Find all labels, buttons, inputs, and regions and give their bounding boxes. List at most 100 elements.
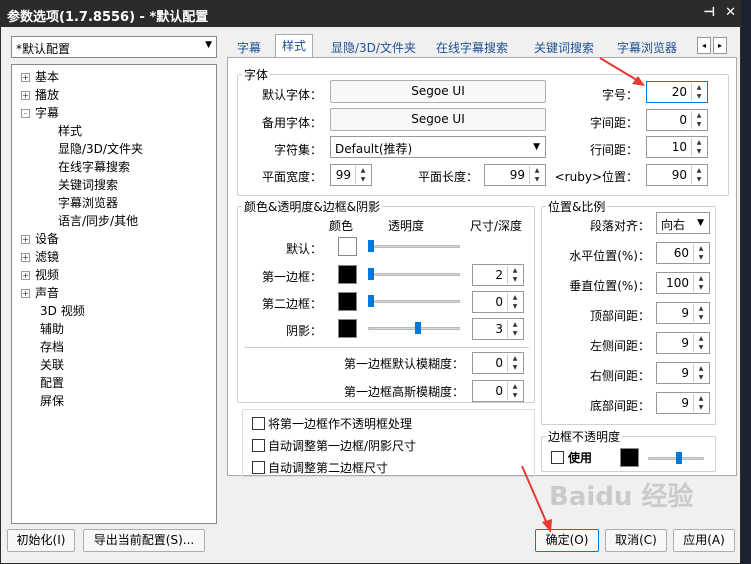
spin-down-icon[interactable]: ▼	[508, 391, 522, 400]
spin-down-icon[interactable]: ▼	[692, 92, 706, 101]
spin-up-icon[interactable]: ▲	[692, 83, 706, 92]
slider-thumb[interactable]	[368, 268, 374, 280]
spin-down-icon[interactable]: ▼	[508, 302, 522, 311]
tree-item[interactable]: - 字幕	[12, 104, 216, 122]
spin-up-icon[interactable]: ▲	[508, 293, 522, 302]
bottom-margin-stepper[interactable]: 9 ▲ ▼	[656, 392, 710, 414]
tab-subtitle-browser[interactable]: 字幕浏览器	[611, 37, 683, 57]
spin-up-icon[interactable]: ▲	[530, 166, 544, 175]
init-button[interactable]: 初始化(I)	[7, 529, 75, 552]
default-font-button[interactable]: Segoe UI	[330, 80, 546, 103]
spin-up-icon[interactable]: ▲	[694, 364, 708, 373]
spin-down-icon[interactable]: ▼	[694, 403, 708, 412]
opaque-box-checkbox[interactable]	[252, 417, 265, 430]
tab-scroll-right-button[interactable]: ▸	[713, 37, 727, 54]
left-margin-stepper[interactable]: 9 ▲ ▼	[656, 332, 710, 354]
ok-button[interactable]: 确定(O)	[535, 529, 599, 552]
collapse-icon[interactable]: -	[21, 109, 30, 118]
align-select[interactable]: 向右 ▼	[656, 212, 710, 234]
line-spacing-stepper[interactable]: 10 ▲ ▼	[646, 136, 708, 158]
color-swatch[interactable]	[338, 292, 357, 311]
blur1-stepper[interactable]: 0 ▲ ▼	[472, 352, 524, 374]
char-spacing-stepper[interactable]: 0 ▲ ▼	[646, 109, 708, 131]
spin-down-icon[interactable]: ▼	[694, 313, 708, 322]
expand-icon[interactable]: +	[21, 253, 30, 262]
color-swatch[interactable]	[338, 319, 357, 338]
spin-up-icon[interactable]: ▲	[694, 244, 708, 253]
font-size-stepper[interactable]: 20 ▲ ▼	[646, 81, 708, 103]
tree-item[interactable]: + 播放	[12, 86, 216, 104]
spin-up-icon[interactable]: ▲	[508, 266, 522, 275]
spin-up-icon[interactable]: ▲	[692, 138, 706, 147]
tab-style[interactable]: 样式	[275, 34, 314, 58]
spin-down-icon[interactable]: ▼	[508, 329, 522, 338]
opacity-slider[interactable]	[368, 292, 460, 312]
spin-down-icon[interactable]: ▼	[694, 373, 708, 382]
spin-down-icon[interactable]: ▼	[694, 343, 708, 352]
slider-thumb[interactable]	[368, 240, 374, 252]
export-config-button[interactable]: 导出当前配置(S)...	[83, 529, 205, 552]
tree-item[interactable]: 显隐/3D/文件夹	[12, 140, 216, 158]
color-swatch[interactable]	[338, 237, 357, 256]
flat-width-stepper[interactable]: 99 ▲ ▼	[330, 164, 372, 186]
close-icon[interactable]: ✕	[725, 5, 736, 20]
profile-select[interactable]: *默认配置 ▼	[11, 36, 217, 58]
expand-icon[interactable]: +	[21, 91, 30, 100]
border-opacity-slider[interactable]	[648, 449, 704, 469]
tree-item[interactable]: 3D 视频	[12, 302, 216, 320]
apply-button[interactable]: 应用(A)	[673, 529, 735, 552]
spin-down-icon[interactable]: ▼	[692, 120, 706, 129]
tab-visibility-3d-folder[interactable]: 显隐/3D/文件夹	[325, 37, 422, 57]
tree-item[interactable]: 关联	[12, 356, 216, 374]
spin-down-icon[interactable]: ▼	[530, 175, 544, 184]
expand-icon[interactable]: +	[21, 235, 30, 244]
charset-select[interactable]: Default(推荐) ▼	[330, 136, 546, 158]
backup-font-button[interactable]: Segoe UI	[330, 108, 546, 131]
ruby-position-stepper[interactable]: 90 ▲ ▼	[646, 164, 708, 186]
expand-icon[interactable]: +	[21, 271, 30, 280]
spin-down-icon[interactable]: ▼	[694, 253, 708, 262]
auto-border2-checkbox[interactable]	[252, 461, 265, 474]
spin-down-icon[interactable]: ▼	[692, 147, 706, 156]
tree-item[interactable]: 屏保	[12, 392, 216, 410]
tree-item[interactable]: + 视频	[12, 266, 216, 284]
tree-item[interactable]: + 滤镜	[12, 248, 216, 266]
spin-down-icon[interactable]: ▼	[508, 363, 522, 372]
tree-item[interactable]: 语言/同步/其他	[12, 212, 216, 230]
spin-up-icon[interactable]: ▲	[694, 304, 708, 313]
spin-up-icon[interactable]: ▲	[694, 334, 708, 343]
spin-up-icon[interactable]: ▲	[692, 166, 706, 175]
tab-keyword-search[interactable]: 关键词搜索	[528, 37, 600, 57]
color-swatch[interactable]	[338, 265, 357, 284]
tab-scroll-left-button[interactable]: ◂	[697, 37, 711, 54]
tree-item[interactable]: + 设备	[12, 230, 216, 248]
tree-item[interactable]: + 声音	[12, 284, 216, 302]
size-depth-stepper[interactable]: 3 ▲ ▼	[472, 318, 524, 340]
slider-thumb[interactable]	[368, 295, 374, 307]
opacity-slider[interactable]	[368, 319, 460, 339]
expand-icon[interactable]: +	[21, 73, 30, 82]
tab-online-subtitle-search[interactable]: 在线字幕搜索	[430, 37, 514, 57]
tree-item[interactable]: 字幕浏览器	[12, 194, 216, 212]
spin-up-icon[interactable]: ▲	[694, 394, 708, 403]
auto-border1-checkbox[interactable]	[252, 439, 265, 452]
spin-up-icon[interactable]: ▲	[508, 354, 522, 363]
spin-up-icon[interactable]: ▲	[692, 111, 706, 120]
title-bar[interactable]: 参数选项(1.7.8556) - *默认配置 ⊣ ✕	[1, 1, 742, 27]
spin-down-icon[interactable]: ▼	[694, 283, 708, 292]
top-margin-stepper[interactable]: 9 ▲ ▼	[656, 302, 710, 324]
tab-subtitle[interactable]: 字幕	[231, 37, 267, 57]
tree-item[interactable]: 样式	[12, 122, 216, 140]
size-depth-stepper[interactable]: 0 ▲ ▼	[472, 291, 524, 313]
use-border-opacity-checkbox[interactable]	[551, 451, 564, 464]
expand-icon[interactable]: +	[21, 289, 30, 298]
tree-item[interactable]: 在线字幕搜索	[12, 158, 216, 176]
opacity-slider[interactable]	[368, 237, 460, 257]
size-depth-stepper[interactable]: 2 ▲ ▼	[472, 264, 524, 286]
tree-item[interactable]: 存档	[12, 338, 216, 356]
spin-down-icon[interactable]: ▼	[692, 175, 706, 184]
cancel-button[interactable]: 取消(C)	[605, 529, 667, 552]
flat-length-stepper[interactable]: 99 ▲ ▼	[484, 164, 546, 186]
slider-thumb[interactable]	[676, 452, 682, 464]
opacity-slider[interactable]	[368, 265, 460, 285]
